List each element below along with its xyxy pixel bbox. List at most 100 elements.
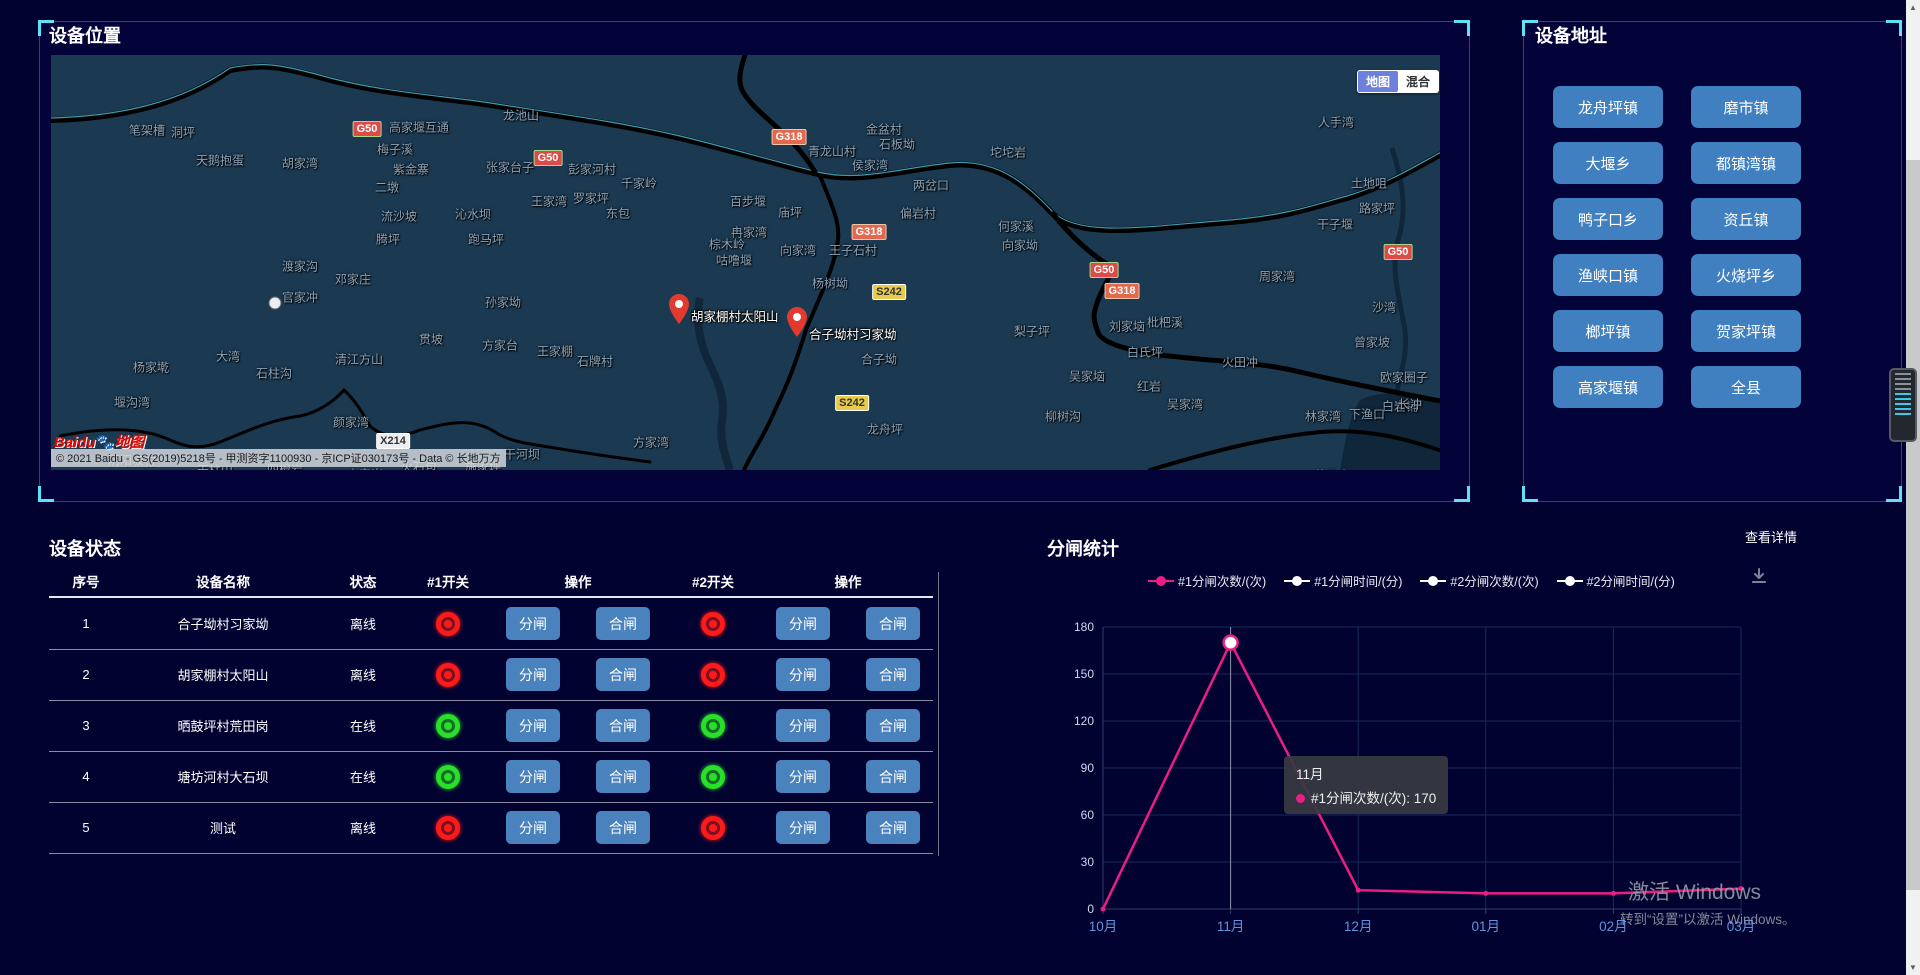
map-place-label: 林家湾 xyxy=(1305,408,1341,425)
legend-item[interactable]: #1分闸次数/(次) xyxy=(1148,571,1266,590)
road-shield-s242: S242 xyxy=(872,284,906,300)
legend-item[interactable]: #1分闸时间/(分) xyxy=(1284,571,1402,590)
map-place-label: 彭家河村 xyxy=(568,161,616,178)
view-details-link[interactable]: 查看详情 xyxy=(1745,527,1797,546)
device-status-title: 设备状态 xyxy=(49,535,121,561)
open-switch-button[interactable]: 分闸 xyxy=(506,760,560,793)
close-switch-button[interactable]: 合闸 xyxy=(596,709,650,742)
device-marker-label: 合子坳村习家坳 xyxy=(809,324,897,343)
device-status: 在线 xyxy=(323,716,403,735)
map-place-label: 龙池山 xyxy=(503,107,539,124)
address-button[interactable]: 贺家坪镇 xyxy=(1691,310,1801,352)
map-place-label: 枇杷溪 xyxy=(1147,314,1183,331)
open-switch-button[interactable]: 分闸 xyxy=(776,658,830,691)
map-place-label: 王家棚 xyxy=(537,343,573,360)
map-place-label: 胡家湾 xyxy=(282,155,318,172)
table-scroll-track[interactable] xyxy=(938,572,939,856)
map-place-label: 向家坳 xyxy=(1002,237,1038,254)
address-button[interactable]: 都镇湾镇 xyxy=(1691,142,1801,184)
legend-label: #1分闸时间/(分) xyxy=(1314,571,1402,590)
map-place-label: 紫金寨 xyxy=(393,161,429,178)
window-scrollbar[interactable]: ▲ ▼ xyxy=(1906,0,1920,975)
panel-corner-bracket xyxy=(1886,20,1902,36)
address-button[interactable]: 大堰乡 xyxy=(1553,142,1663,184)
map-place-label: 王家湾 xyxy=(531,193,567,210)
map-type-map-button[interactable]: 地图 xyxy=(1358,71,1398,92)
map-type-toggle: 地图 混合 xyxy=(1357,70,1439,93)
svg-text:120: 120 xyxy=(1074,714,1094,728)
close-switch-button[interactable]: 合闸 xyxy=(866,607,920,640)
map-place-label: 杨树坳 xyxy=(812,275,848,292)
svg-text:11月: 11月 xyxy=(1217,919,1245,934)
device-marker-red[interactable] xyxy=(787,307,807,337)
open-switch-button[interactable]: 分闸 xyxy=(776,760,830,793)
legend-marker-icon xyxy=(1284,576,1310,586)
svg-text:10月: 10月 xyxy=(1089,919,1118,934)
address-button[interactable]: 火烧坪乡 xyxy=(1691,254,1801,296)
close-switch-button[interactable]: 合闸 xyxy=(596,607,650,640)
close-switch-button[interactable]: 合闸 xyxy=(866,658,920,691)
map-place-label: 洞坪 xyxy=(171,124,195,141)
map-place-label: 清江方山 xyxy=(335,351,383,368)
baidu-map[interactable]: 笔架槽洞坪天鹅抱蛋胡家湾高家堰互通梅子溪紫金寨二墩张家台子彭家河村千家岭王家湾罗… xyxy=(51,55,1440,470)
switch-indicator-offline xyxy=(436,816,460,840)
map-place-label: 颜家湾 xyxy=(333,414,369,431)
map-place-label: 庙坪 xyxy=(778,204,802,221)
close-switch-button[interactable]: 合闸 xyxy=(866,709,920,742)
address-button[interactable]: 渔峡口镇 xyxy=(1553,254,1663,296)
row-index: 4 xyxy=(49,769,123,784)
open-switch-button[interactable]: 分闸 xyxy=(776,709,830,742)
map-place-label: 刘家垴 xyxy=(1109,318,1145,335)
map-place-label: 红岩 xyxy=(1137,378,1161,395)
map-place-label: 孙家坳 xyxy=(485,294,521,311)
panel-corner-bracket xyxy=(1454,20,1470,36)
legend-marker-icon xyxy=(1148,576,1174,586)
switch-indicator-online xyxy=(701,714,725,738)
map-place-label: 偏岩村 xyxy=(900,205,936,222)
download-icon[interactable] xyxy=(1750,567,1768,590)
open-switch-button[interactable]: 分闸 xyxy=(506,811,560,844)
road-shield-g318: G318 xyxy=(1105,283,1140,299)
open-switch-button[interactable]: 分闸 xyxy=(506,658,560,691)
address-button[interactable]: 鸭子口乡 xyxy=(1553,198,1663,240)
address-button[interactable]: 榔坪镇 xyxy=(1553,310,1663,352)
switch-indicator-online xyxy=(436,765,460,789)
map-place-label: 青龙山村 xyxy=(808,143,856,160)
scrollbar-thumb[interactable] xyxy=(1906,160,1920,890)
address-button[interactable]: 全县 xyxy=(1691,366,1801,408)
scroll-up-arrow[interactable]: ▲ xyxy=(1906,0,1920,15)
close-switch-button[interactable]: 合闸 xyxy=(866,811,920,844)
legend-item[interactable]: #2分闸时间/(分) xyxy=(1557,571,1675,590)
map-place-label: 干子堰 xyxy=(1317,216,1353,233)
address-button[interactable]: 资丘镇 xyxy=(1691,198,1801,240)
close-switch-button[interactable]: 合闸 xyxy=(596,658,650,691)
map-type-hybrid-button[interactable]: 混合 xyxy=(1398,71,1438,92)
address-button[interactable]: 磨市镇 xyxy=(1691,86,1801,128)
open-switch-button[interactable]: 分闸 xyxy=(506,709,560,742)
device-marker-red[interactable] xyxy=(669,294,689,324)
close-switch-button[interactable]: 合闸 xyxy=(596,811,650,844)
scroll-down-arrow[interactable]: ▼ xyxy=(1906,960,1920,975)
open-switch-button[interactable]: 分闸 xyxy=(506,607,560,640)
address-button[interactable]: 龙舟坪镇 xyxy=(1553,86,1663,128)
map-place-label: 欧家圈子 xyxy=(1380,369,1428,386)
legend-marker-icon xyxy=(1557,576,1583,586)
map-place-label: 梅子溪 xyxy=(377,141,413,158)
map-place-label: 侯家湾 xyxy=(852,157,888,174)
address-button[interactable]: 高家堰镇 xyxy=(1553,366,1663,408)
open-switch-button[interactable]: 分闸 xyxy=(776,811,830,844)
close-switch-button[interactable]: 合闸 xyxy=(866,760,920,793)
legend-item[interactable]: #2分闸次数/(次) xyxy=(1420,571,1538,590)
map-place-label: 咕噜堰 xyxy=(716,252,752,269)
panel-corner-bracket xyxy=(1522,20,1538,36)
open-switch-button[interactable]: 分闸 xyxy=(776,607,830,640)
switch-indicator-offline xyxy=(701,663,725,687)
map-place-label: 下渔口 xyxy=(1349,406,1385,423)
device-location-title: 设备位置 xyxy=(49,22,121,48)
row-index: 1 xyxy=(49,616,123,631)
map-place-label: 张家台子 xyxy=(486,159,534,176)
scroll-indicator-widget[interactable] xyxy=(1889,368,1917,442)
road-shield-g318: G318 xyxy=(852,224,887,240)
table-header-cell: 状态 xyxy=(323,571,403,591)
close-switch-button[interactable]: 合闸 xyxy=(596,760,650,793)
